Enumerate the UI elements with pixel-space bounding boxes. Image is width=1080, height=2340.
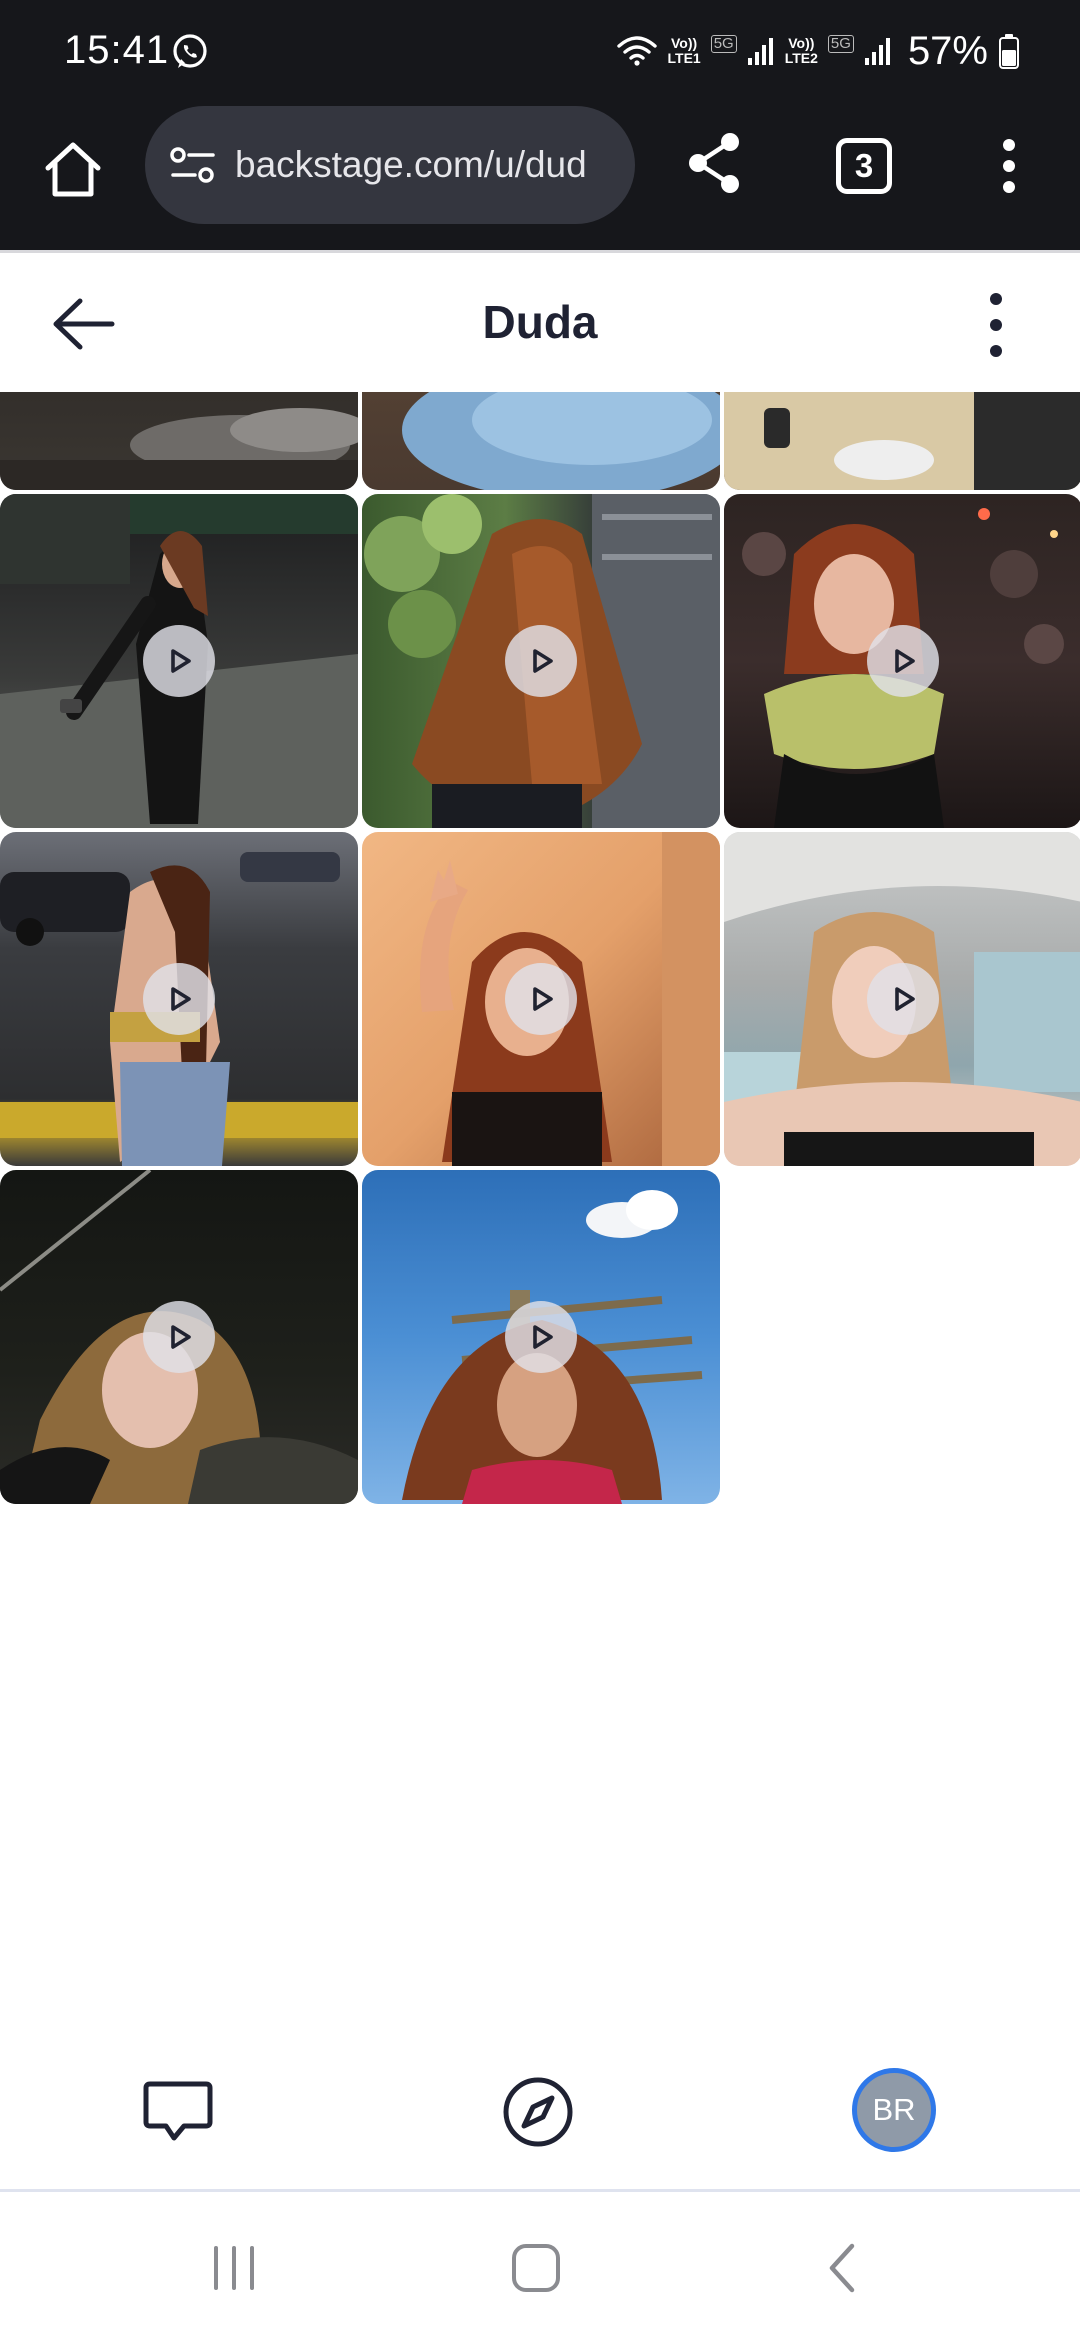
play-icon <box>171 1325 191 1349</box>
tune-icon[interactable] <box>167 139 219 191</box>
share-icon[interactable] <box>684 130 746 196</box>
video-tile[interactable] <box>0 832 358 1166</box>
sim1-volte-text: Vo)) <box>671 35 698 51</box>
tile-photo <box>0 408 358 490</box>
recent-apps-icon[interactable] <box>204 2240 264 2296</box>
browser-toolbar: backstage.com/u/dud 3 <box>0 100 1080 250</box>
network-5g-badge-2: 5G <box>827 35 854 53</box>
media-tile[interactable] <box>724 392 1080 490</box>
status-icons: Vo)) LTE1 5G Vo)) LTE2 5G 57% <box>616 26 1021 76</box>
video-tile[interactable] <box>0 494 358 828</box>
page-title: Duda <box>482 296 598 348</box>
play-icon <box>533 987 553 1011</box>
play-button[interactable] <box>143 625 215 697</box>
address-bar[interactable]: backstage.com/u/dud <box>145 106 635 224</box>
play-button[interactable] <box>143 963 215 1035</box>
play-button[interactable] <box>867 625 939 697</box>
video-tile[interactable] <box>362 494 720 828</box>
play-icon <box>171 649 191 673</box>
play-button[interactable] <box>505 625 577 697</box>
chat-icon[interactable] <box>138 2072 218 2152</box>
home-square-icon[interactable] <box>506 2240 566 2296</box>
play-button[interactable] <box>505 1301 577 1373</box>
battery-icon <box>999 34 1019 69</box>
play-icon <box>533 1325 553 1349</box>
tile-photo <box>724 392 1080 490</box>
media-tile[interactable] <box>0 392 358 490</box>
status-bar: 15:41 Vo)) LTE1 5G Vo)) LTE2 5G 57% <box>0 0 1080 100</box>
bottom-navigation: BR <box>0 2006 1080 2192</box>
play-icon <box>895 649 915 673</box>
play-icon <box>171 987 191 1011</box>
media-grid <box>0 392 1080 2006</box>
compass-icon[interactable] <box>498 2072 578 2152</box>
signal-icon-2 <box>864 38 890 65</box>
sim1-lte-text: LTE1 <box>667 50 701 66</box>
status-time: 15:41 <box>64 28 170 72</box>
home-icon[interactable] <box>40 136 106 202</box>
video-tile[interactable] <box>724 494 1080 828</box>
profile-avatar[interactable]: BR <box>852 2068 936 2152</box>
video-tile[interactable] <box>362 1170 720 1504</box>
video-tile[interactable] <box>724 832 1080 1166</box>
more-vertical-icon[interactable] <box>980 289 1012 361</box>
sim2-lte-text: LTE2 <box>784 50 818 66</box>
video-tile[interactable] <box>362 832 720 1166</box>
url-text[interactable]: backstage.com/u/dud <box>235 144 587 186</box>
network-5g-badge: 5G <box>710 35 737 53</box>
signal-icon <box>747 38 773 65</box>
sim2-volte-text: Vo)) <box>788 35 815 51</box>
play-button[interactable] <box>143 1301 215 1373</box>
play-button[interactable] <box>505 963 577 1035</box>
sim2-network-label: Vo)) LTE2 <box>785 36 818 66</box>
tab-switcher-button[interactable]: 3 <box>836 138 892 194</box>
play-button[interactable] <box>867 963 939 1035</box>
sim1-network-label: Vo)) LTE1 <box>668 36 701 66</box>
wifi-icon <box>616 36 657 66</box>
whatsapp-icon <box>173 34 207 68</box>
play-icon <box>533 649 553 673</box>
play-icon <box>895 987 915 1011</box>
video-tile[interactable] <box>0 1170 358 1504</box>
back-chevron-icon[interactable] <box>812 2240 872 2296</box>
battery-percent: 57% <box>907 28 988 73</box>
profile-header: Duda <box>0 250 1080 392</box>
more-vertical-icon[interactable] <box>994 136 1024 196</box>
system-navigation-bar <box>0 2192 1080 2340</box>
media-tile[interactable] <box>362 392 720 490</box>
tile-photo <box>402 392 720 490</box>
